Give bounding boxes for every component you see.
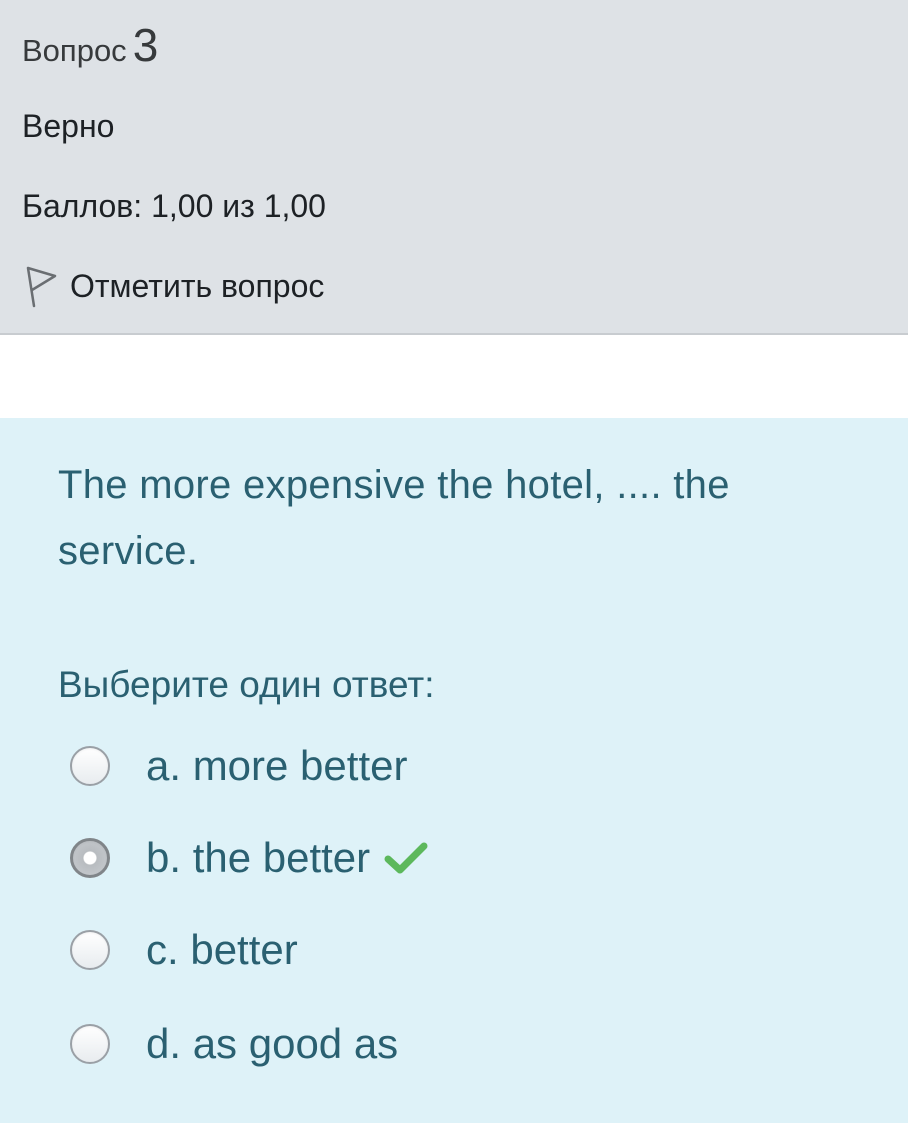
question-number: 3	[132, 19, 159, 71]
answer-option-a[interactable]: a. more better	[70, 736, 407, 796]
question-label: Вопрос	[22, 33, 127, 68]
question-grade: Баллов: 1,00 из 1,00	[22, 188, 326, 224]
answer-option-b[interactable]: b. the better	[70, 828, 428, 888]
flag-question-label: Отметить вопрос	[70, 267, 325, 304]
answer-label-b: b. the better	[146, 834, 371, 881]
question-title: Вопрос 3	[22, 18, 158, 72]
answer-option-d[interactable]: d. as good as	[70, 1014, 398, 1074]
check-icon	[384, 842, 428, 874]
answer-label-a: a. more better	[146, 742, 408, 789]
answer-label-d: d. as good as	[146, 1020, 399, 1067]
radio-button-d[interactable]	[70, 1024, 110, 1064]
answer-label-c: c. better	[146, 926, 298, 973]
flag-icon	[26, 266, 57, 308]
radio-button-b[interactable]	[70, 838, 110, 878]
radio-button-a[interactable]	[70, 746, 110, 786]
question-state: Верно	[22, 108, 115, 144]
flag-question-link[interactable]: Отметить вопрос	[22, 262, 324, 310]
answer-prompt: Выберите один ответ:	[58, 664, 435, 705]
question-text: The more expensive the hotel, .... the s…	[58, 463, 730, 573]
answer-option-c[interactable]: c. better	[70, 920, 298, 980]
question-info-panel: Вопрос 3 Верно Баллов: 1,00 из 1,00 Отмет…	[0, 0, 908, 335]
radio-button-c[interactable]	[70, 930, 110, 970]
